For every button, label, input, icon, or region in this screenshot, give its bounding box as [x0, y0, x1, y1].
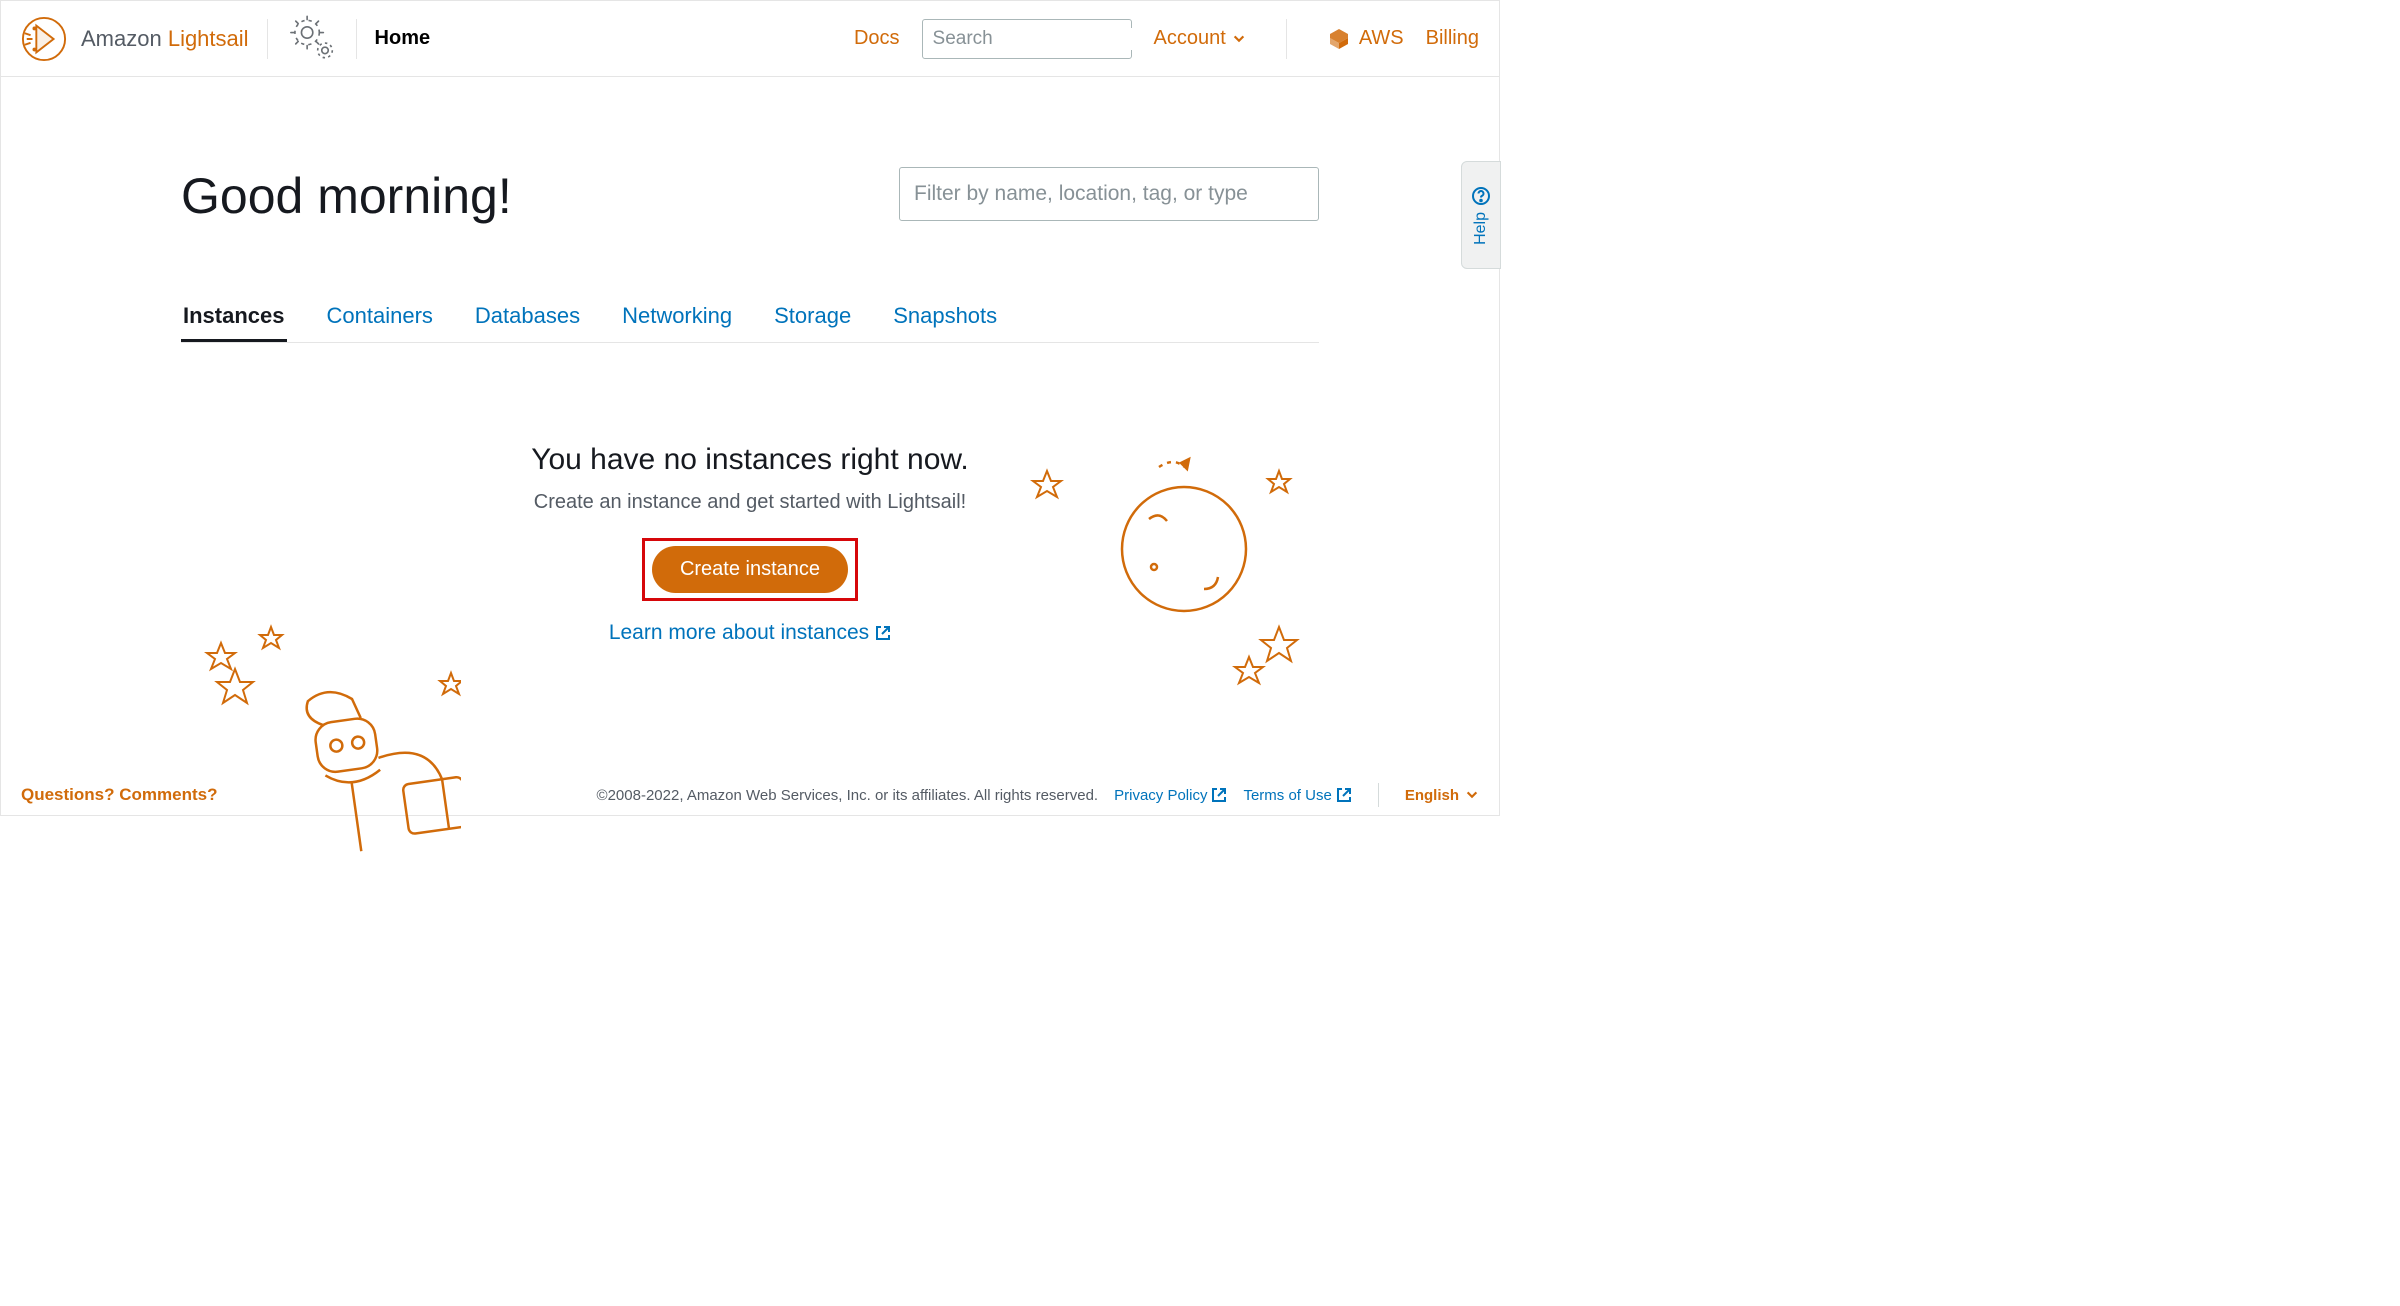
footer: Questions? Comments? ©2008-2022, Amazon … — [1, 783, 1499, 807]
search-input[interactable] — [933, 28, 1178, 50]
account-label: Account — [1154, 27, 1226, 50]
privacy-link[interactable]: Privacy Policy — [1114, 787, 1227, 804]
create-highlight-box: Create instance — [642, 538, 858, 601]
divider — [267, 19, 268, 59]
breadcrumb-home[interactable]: Home — [375, 27, 431, 50]
divider — [1378, 783, 1379, 807]
billing-link[interactable]: Billing — [1426, 27, 1479, 50]
robot-illustration — [181, 621, 461, 871]
filter-input[interactable] — [899, 167, 1319, 221]
external-link-icon — [1336, 787, 1352, 803]
copyright: ©2008-2022, Amazon Web Services, Inc. or… — [217, 787, 1098, 804]
terms-link[interactable]: Terms of Use — [1243, 787, 1351, 804]
help-label: Help — [1472, 212, 1490, 245]
tab-networking[interactable]: Networking — [620, 303, 734, 342]
language-menu[interactable]: English — [1405, 787, 1479, 804]
chevron-down-icon — [1465, 788, 1479, 802]
tabs: Instances Containers Databases Networkin… — [181, 303, 1319, 343]
divider — [1286, 19, 1287, 59]
planet-illustration — [1029, 449, 1309, 689]
external-link-icon — [1211, 787, 1227, 803]
help-tab[interactable]: Help — [1461, 161, 1501, 269]
learn-more-label: Learn more about instances — [609, 621, 869, 645]
tab-instances[interactable]: Instances — [181, 303, 287, 342]
questions-link[interactable]: Questions? Comments? — [21, 785, 217, 805]
tab-containers[interactable]: Containers — [325, 303, 435, 342]
docs-link[interactable]: Docs — [854, 27, 900, 50]
brand-text: Amazon Lightsail — [81, 26, 249, 52]
aws-cube-icon — [1327, 27, 1351, 51]
divider — [356, 19, 357, 59]
create-instance-button[interactable]: Create instance — [652, 546, 848, 593]
help-icon — [1471, 186, 1491, 206]
privacy-label: Privacy Policy — [1114, 787, 1207, 804]
learn-more-link[interactable]: Learn more about instances — [609, 621, 891, 645]
main-content: Good morning! Instances Containers Datab… — [1, 77, 1499, 645]
terms-label: Terms of Use — [1243, 787, 1331, 804]
external-link-icon — [875, 625, 891, 641]
header-right: Docs Account AWS Billing — [854, 19, 1479, 59]
search-box[interactable] — [922, 19, 1132, 59]
aws-link[interactable]: AWS — [1327, 27, 1404, 51]
language-label: English — [1405, 787, 1459, 804]
page-title: Good morning! — [181, 167, 512, 225]
tab-snapshots[interactable]: Snapshots — [891, 303, 999, 342]
lightsail-logo-icon — [21, 16, 67, 62]
chevron-down-icon — [1232, 32, 1246, 46]
tab-storage[interactable]: Storage — [772, 303, 853, 342]
tab-databases[interactable]: Databases — [473, 303, 582, 342]
logo[interactable]: Amazon Lightsail — [21, 16, 249, 62]
aws-label: AWS — [1359, 27, 1404, 50]
gear-icon[interactable] — [286, 13, 338, 65]
top-header: Amazon Lightsail Home Docs Account — [1, 1, 1499, 77]
account-menu[interactable]: Account — [1154, 27, 1246, 50]
